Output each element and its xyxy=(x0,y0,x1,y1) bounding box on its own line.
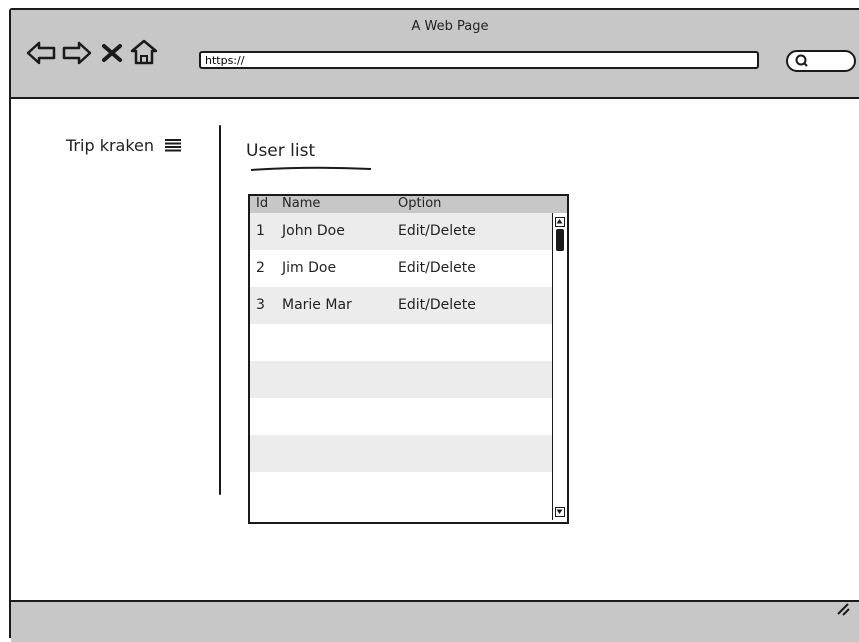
table-row[interactable] xyxy=(250,398,552,435)
table-row[interactable]: 3 Marie Mar Edit/Delete xyxy=(250,287,552,324)
status-bar xyxy=(11,600,859,642)
back-arrow-icon[interactable] xyxy=(25,40,57,66)
cell-option[interactable]: Edit/Delete xyxy=(398,213,476,250)
table-body: 1 John Doe Edit/Delete 2 Jim Doe Edit/De… xyxy=(250,213,552,509)
column-header-id[interactable]: Id xyxy=(256,196,268,211)
column-header-option[interactable]: Option xyxy=(398,196,441,211)
home-icon[interactable] xyxy=(129,38,159,66)
close-icon[interactable] xyxy=(101,43,123,63)
cell-id: 3 xyxy=(256,297,265,313)
page-title: User list xyxy=(246,141,316,161)
arrow-up-icon xyxy=(556,219,563,224)
arrow-down-icon xyxy=(556,509,563,514)
table-header: Id Name Option xyxy=(250,196,567,214)
forward-arrow-icon[interactable] xyxy=(61,40,93,66)
browser-window: A Web Page Trip kraken xyxy=(9,8,859,642)
browser-toolbar: A Web Page xyxy=(11,10,859,99)
sidebar-divider xyxy=(219,125,221,495)
cell-id: 2 xyxy=(256,260,265,276)
brand-label[interactable]: Trip kraken xyxy=(66,136,182,155)
table-row[interactable] xyxy=(250,361,552,398)
cell-name: Jim Doe xyxy=(282,260,337,276)
cell-option[interactable]: Edit/Delete xyxy=(398,250,476,287)
table-row[interactable] xyxy=(250,324,552,361)
hamburger-menu-icon[interactable] xyxy=(164,138,182,152)
address-bar[interactable] xyxy=(199,51,759,69)
cell-id: 1 xyxy=(256,223,265,239)
window-title: A Web Page xyxy=(411,19,489,34)
user-table: Id Name Option 1 John Doe Edit/Delete 2 … xyxy=(248,194,569,524)
scroll-down-button[interactable] xyxy=(555,507,565,517)
cell-name: John Doe xyxy=(282,223,345,239)
table-row[interactable]: 2 Jim Doe Edit/Delete xyxy=(250,250,552,287)
search-button[interactable] xyxy=(786,50,856,72)
table-row[interactable] xyxy=(250,435,552,472)
cell-name: Marie Mar xyxy=(282,297,352,313)
column-header-name[interactable]: Name xyxy=(282,196,320,211)
scroll-thumb[interactable] xyxy=(556,229,564,251)
brand-text: Trip kraken xyxy=(66,136,155,155)
table-row[interactable]: 1 John Doe Edit/Delete xyxy=(250,213,552,250)
title-underline xyxy=(250,166,372,171)
search-icon xyxy=(795,54,808,67)
table-scrollbar[interactable] xyxy=(552,213,567,520)
scroll-up-button[interactable] xyxy=(555,217,565,227)
cell-option[interactable]: Edit/Delete xyxy=(398,287,476,324)
table-row[interactable] xyxy=(250,472,552,509)
resize-grip-icon[interactable] xyxy=(834,598,852,618)
